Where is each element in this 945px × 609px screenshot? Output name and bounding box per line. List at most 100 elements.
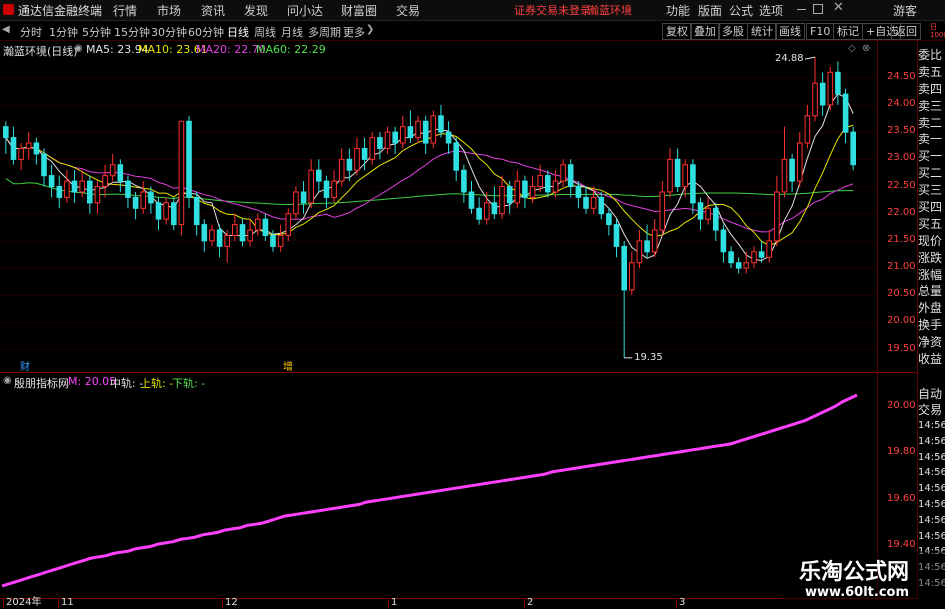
candle-body bbox=[384, 131, 391, 149]
side-item[interactable]: 买一 bbox=[918, 148, 945, 165]
candle-body bbox=[430, 115, 437, 144]
candle-body bbox=[254, 218, 261, 231]
candle-body bbox=[453, 142, 459, 171]
candle-body bbox=[308, 169, 314, 204]
candle-body bbox=[697, 202, 704, 220]
date-tick: 11 bbox=[58, 598, 74, 608]
maximize-icon[interactable] bbox=[813, 4, 823, 14]
tab-period-daily[interactable]: 日线 bbox=[227, 24, 249, 40]
draw-button[interactable]: 画线 bbox=[775, 23, 805, 40]
menu-item-market[interactable]: 市场 bbox=[157, 2, 181, 19]
side-item[interactable]: 总量 bbox=[918, 283, 945, 300]
ma-settings-icon[interactable]: ◉ bbox=[74, 43, 83, 54]
high-price-label: 24.88 bbox=[775, 53, 804, 65]
candle-body bbox=[102, 175, 108, 187]
side-item[interactable]: 收益 bbox=[918, 351, 945, 368]
period-toolbar: ◀ 分时 1分钟 5分钟 15分钟 30分钟 60分钟 日线 周线 月线 多周期… bbox=[0, 21, 945, 41]
candle-body bbox=[239, 224, 246, 242]
price-tick: 19.50 bbox=[887, 342, 916, 354]
side-item[interactable]: 卖三 bbox=[918, 98, 945, 115]
date-tick: 2024年 bbox=[3, 598, 41, 608]
multi-stock-button[interactable]: 多股 bbox=[718, 23, 748, 40]
candle-body bbox=[636, 240, 643, 264]
candle-body bbox=[835, 71, 841, 95]
candle-body bbox=[713, 207, 719, 231]
candle-body bbox=[10, 137, 17, 160]
side-item[interactable]: 涨幅 bbox=[918, 267, 945, 284]
price-chart[interactable] bbox=[0, 56, 877, 366]
menu-item-function[interactable]: 功能 bbox=[666, 2, 690, 19]
candle-body bbox=[461, 169, 467, 193]
menu-item-discover[interactable]: 发现 bbox=[244, 2, 268, 19]
overlay-button[interactable]: 叠加 bbox=[690, 23, 720, 40]
candle-body bbox=[338, 158, 345, 182]
menu-item-layout[interactable]: 版面 bbox=[698, 2, 722, 19]
mark-button[interactable]: 标记 bbox=[833, 23, 863, 40]
event-marker-cai[interactable]: 财 bbox=[20, 358, 30, 373]
event-marker-zeng[interactable]: 增 bbox=[283, 358, 293, 373]
menu-item-news[interactable]: 资讯 bbox=[201, 2, 225, 19]
candle-body bbox=[789, 158, 795, 182]
adjust-button[interactable]: 复权 bbox=[662, 23, 692, 40]
login-notice[interactable]: 证券交易未登录 bbox=[514, 2, 591, 18]
side-top-tag: 日 1000 bbox=[930, 23, 945, 39]
side-item[interactable]: 卖二 bbox=[918, 115, 945, 132]
side-item[interactable]: 买四 bbox=[918, 199, 945, 216]
side-item[interactable]: 净资 bbox=[918, 334, 945, 351]
tab-period-intraday[interactable]: 分时 bbox=[20, 24, 42, 40]
menu-item-options[interactable]: 选项 bbox=[759, 2, 783, 19]
stats-button[interactable]: 统计 bbox=[747, 23, 777, 40]
candle-body bbox=[209, 229, 215, 242]
candle-body bbox=[109, 164, 116, 177]
side-item[interactable]: 卖四 bbox=[918, 81, 945, 98]
tab-period-5min[interactable]: 5分钟 bbox=[82, 24, 111, 40]
side-item[interactable]: 外盘 bbox=[918, 300, 945, 317]
side-item[interactable]: 涨跌 bbox=[918, 250, 945, 267]
menu-item-wealth[interactable]: 财富圈 bbox=[341, 2, 377, 19]
guest-label[interactable]: 游客 bbox=[893, 2, 917, 19]
minimize-icon[interactable] bbox=[797, 9, 806, 10]
tab-period-15min[interactable]: 15分钟 bbox=[114, 24, 150, 40]
tab-period-weekly[interactable]: 周线 bbox=[254, 24, 276, 40]
side-bottom-item[interactable]: 交易 bbox=[918, 402, 945, 418]
quote-side-panel: 委比 卖五 卖四 卖三 卖二 卖一 买一 买二 买三 买四 买五 现价 涨跌 涨幅 总量 外盘 换手 净资 收益 bbox=[918, 47, 945, 368]
candle-body bbox=[354, 148, 360, 171]
tab-period-60min[interactable]: 60分钟 bbox=[188, 24, 224, 40]
candle-body bbox=[316, 169, 322, 182]
tab-period-30min[interactable]: 30分钟 bbox=[151, 24, 187, 40]
menu-item-formula[interactable]: 公式 bbox=[729, 2, 753, 19]
menu-item-quotes[interactable]: 行情 bbox=[113, 2, 137, 19]
chevron-left-icon[interactable]: ◀ bbox=[2, 24, 10, 35]
indicator-chart[interactable] bbox=[0, 388, 877, 593]
side-item[interactable]: 委比 bbox=[918, 47, 945, 64]
menu-item-ask[interactable]: 问小达 bbox=[287, 2, 323, 19]
back-button[interactable]: 返回 bbox=[891, 23, 921, 40]
indicator-settings-icon[interactable]: ◉ bbox=[3, 375, 12, 386]
chart-close-icon[interactable]: ⊗ bbox=[862, 43, 870, 54]
tab-period-multi[interactable]: 多周期 bbox=[308, 24, 341, 40]
chart-option-icon[interactable]: ◇ bbox=[848, 43, 856, 54]
candle-body bbox=[407, 126, 414, 139]
candle-body bbox=[819, 82, 826, 106]
candle-body bbox=[781, 158, 788, 193]
chevron-right-icon[interactable]: ❯ bbox=[366, 24, 374, 35]
candle-body bbox=[522, 180, 528, 198]
side-item[interactable]: 卖一 bbox=[918, 131, 945, 148]
tab-period-monthly[interactable]: 月线 bbox=[281, 24, 303, 40]
side-item[interactable]: 卖五 bbox=[918, 64, 945, 81]
tab-period-1min[interactable]: 1分钟 bbox=[49, 24, 78, 40]
trade-time: 14:56 bbox=[918, 514, 945, 526]
f10-button[interactable]: F10 bbox=[806, 23, 835, 40]
close-icon[interactable]: ✕ bbox=[833, 0, 844, 15]
side-item[interactable]: 买五 bbox=[918, 216, 945, 233]
side-item[interactable]: 买三 bbox=[918, 182, 945, 199]
side-bottom-item[interactable]: 自动 bbox=[918, 386, 945, 402]
side-item[interactable]: 换手 bbox=[918, 317, 945, 334]
side-item[interactable]: 现价 bbox=[918, 233, 945, 250]
trade-time: 14:56 bbox=[918, 451, 945, 463]
candle-body bbox=[3, 126, 9, 139]
menu-item-trade[interactable]: 交易 bbox=[396, 2, 420, 19]
tab-period-more[interactable]: 更多 bbox=[343, 24, 365, 40]
side-item[interactable]: 买二 bbox=[918, 165, 945, 182]
app-title: 通达信金融终端 bbox=[18, 4, 103, 18]
